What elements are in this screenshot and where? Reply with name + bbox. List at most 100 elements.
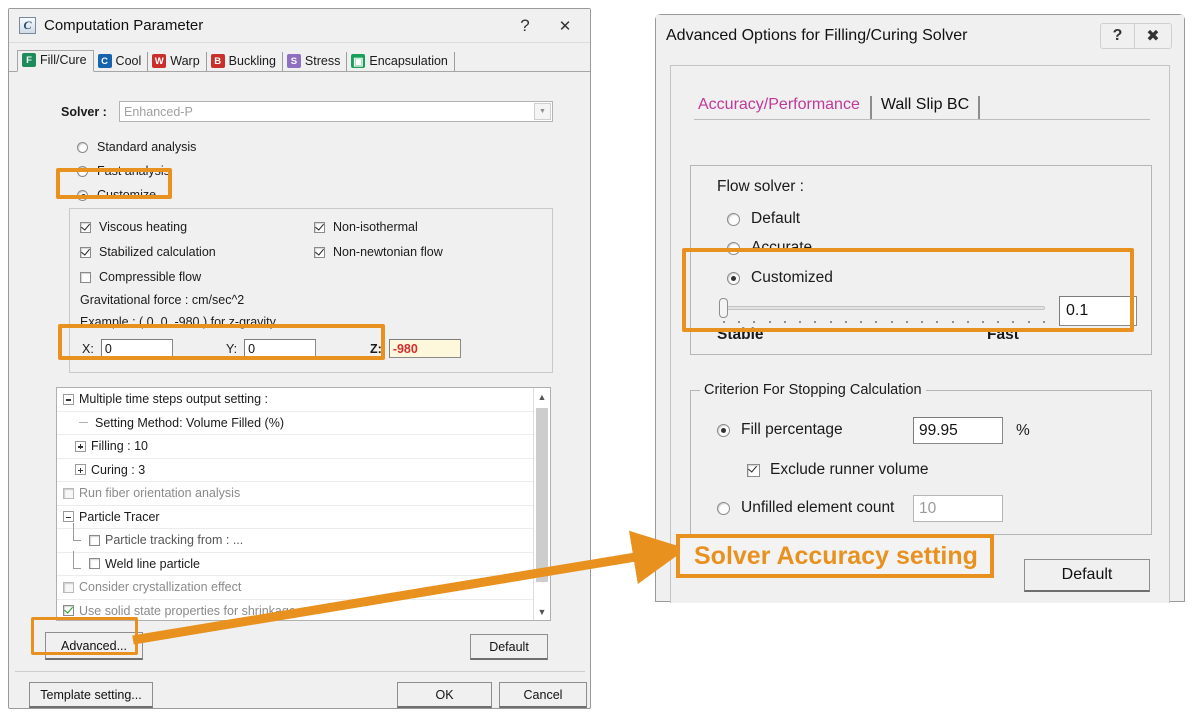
tree-row[interactable]: Curing : 3 xyxy=(57,459,550,482)
tab-warp[interactable]: W Warp xyxy=(148,52,207,71)
tree-row-label: Curing : 3 xyxy=(91,462,146,477)
tree-row-label: Filling : 10 xyxy=(91,439,148,454)
checkbox-indicator[interactable] xyxy=(63,581,74,593)
slider-track[interactable] xyxy=(723,306,1045,310)
tree-row[interactable]: Setting Method: Volume Filled (%) xyxy=(57,412,550,435)
left-dialog-tabstrip: F Fill/Cure C Cool W Warp B Buckling S S… xyxy=(9,43,590,72)
tab-label: Buckling xyxy=(228,54,276,68)
tree-row-label: Particle Tracer xyxy=(79,509,160,524)
default-button[interactable]: Default xyxy=(470,634,548,660)
tab-wall-slip-bc[interactable]: Wall Slip BC xyxy=(872,96,981,119)
expand-toggle-icon[interactable] xyxy=(75,464,86,476)
tree-row[interactable]: Particle tracking from : ... xyxy=(57,522,550,553)
tab-accuracy-performance[interactable]: Accuracy/Performance xyxy=(694,96,872,119)
accuracy-slider[interactable] xyxy=(717,296,1047,326)
tree-row[interactable]: Use solid state properties for shrinkage xyxy=(57,600,550,621)
close-icon[interactable]: ✖ xyxy=(1135,24,1171,48)
checkbox-label: Viscous heating xyxy=(99,220,188,234)
checkbox-label: Compressible flow xyxy=(99,270,202,284)
ok-button[interactable]: OK xyxy=(397,682,492,708)
radio-label: Fast analysis xyxy=(97,164,170,178)
close-icon[interactable]: ✕ xyxy=(552,14,578,38)
scroll-down-button[interactable]: ▼ xyxy=(534,603,550,620)
tab-encapsulation[interactable]: ▣ Encapsulation xyxy=(347,52,455,71)
checkbox-indicator[interactable] xyxy=(63,605,74,617)
radio-flow-accurate[interactable]: Accurate xyxy=(727,239,812,257)
page-title: Computation Parameter xyxy=(44,17,204,34)
fill-cure-icon: F xyxy=(22,53,36,67)
checkbox-indicator[interactable] xyxy=(89,558,100,570)
tab-label: Accuracy/Performance xyxy=(698,96,860,113)
tree-row[interactable]: Multiple time steps output setting : xyxy=(57,388,550,412)
tree-row-label: Use solid state properties for shrinkage xyxy=(79,603,296,618)
gravity-y-row: Y: 0 xyxy=(226,339,317,358)
gravity-y-input[interactable]: 0 xyxy=(244,339,317,358)
tree-row[interactable]: Filling : 10 xyxy=(57,435,550,459)
tree-row[interactable]: Weld line particle xyxy=(57,551,550,576)
tree-row-label: Run fiber orientation analysis xyxy=(79,486,241,501)
tree-row-label: Setting Method: Volume Filled (%) xyxy=(95,415,284,430)
gravity-x-input[interactable]: 0 xyxy=(100,339,173,358)
radio-fast-analysis[interactable]: Fast analysis xyxy=(77,164,170,178)
right-dialog-title: Advanced Options for Filling/Curing Solv… xyxy=(666,27,968,44)
checkbox-compressible-flow[interactable]: Compressible flow xyxy=(80,270,201,284)
expand-toggle-icon[interactable] xyxy=(75,440,86,452)
radio-customize[interactable]: Customize xyxy=(77,188,156,202)
percent-unit-label: % xyxy=(1016,422,1030,439)
checkbox-label: Non-newtonian flow xyxy=(333,245,443,259)
advanced-button[interactable]: Advanced... xyxy=(45,632,143,660)
checkbox-indicator[interactable] xyxy=(89,534,100,546)
radio-label: Accurate xyxy=(751,239,813,256)
checkbox-label: Exclude runner volume xyxy=(770,461,929,478)
checkbox-non-isothermal[interactable]: Non-isothermal xyxy=(314,220,418,234)
radio-unfilled-element-count[interactable]: Unfilled element count xyxy=(717,499,894,517)
tab-cool[interactable]: C Cool xyxy=(94,52,149,71)
tab-stress[interactable]: S Stress xyxy=(283,52,348,71)
output-settings-tree[interactable]: Multiple time steps output setting : Set… xyxy=(56,387,551,621)
accuracy-value-input[interactable]: 0.1 xyxy=(1059,296,1137,326)
help-button[interactable]: ? xyxy=(1101,24,1135,48)
checkbox-indicator xyxy=(80,271,91,283)
fill-percentage-input[interactable]: 99.95 xyxy=(913,417,1003,444)
radio-flow-default[interactable]: Default xyxy=(727,210,800,228)
solver-select[interactable]: Enhanced-P ▼ xyxy=(119,101,553,122)
solver-label: Solver : xyxy=(61,104,107,119)
checkbox-non-newtonian-flow[interactable]: Non-newtonian flow xyxy=(314,245,443,259)
slider-label-fast: Fast xyxy=(987,326,1019,343)
checkbox-indicator[interactable] xyxy=(63,487,74,499)
tab-buckling[interactable]: B Buckling xyxy=(207,52,283,71)
tree-row[interactable]: Consider crystallization effect xyxy=(57,576,550,600)
right-dialog-tabstrip: Accuracy/Performance Wall Slip BC xyxy=(694,90,1150,120)
scroll-up-button[interactable]: ▲ xyxy=(534,388,550,405)
customize-options-panel: Viscous heating Non-isothermal Stabilize… xyxy=(69,208,553,373)
scrollbar-thumb[interactable] xyxy=(536,408,548,582)
collapse-toggle-icon[interactable] xyxy=(63,393,74,405)
tree-row-label: Particle tracking from : ... xyxy=(105,533,244,548)
checkbox-stabilized-calculation[interactable]: Stabilized calculation xyxy=(80,245,216,259)
flow-solver-title: Flow solver : xyxy=(717,178,804,195)
radio-standard-analysis[interactable]: Standard analysis xyxy=(77,140,196,154)
collapse-toggle-icon[interactable] xyxy=(63,511,74,523)
tab-fill-cure[interactable]: F Fill/Cure xyxy=(17,50,94,72)
tree-branch-icon xyxy=(71,522,84,552)
gravity-y-label: Y: xyxy=(226,341,238,356)
tree-row[interactable]: Run fiber orientation analysis xyxy=(57,482,550,506)
slider-thumb[interactable] xyxy=(719,298,728,318)
tree-row[interactable]: Particle Tracer xyxy=(57,506,550,529)
chevron-down-icon[interactable]: ▼ xyxy=(534,103,551,120)
unfilled-count-input[interactable]: 10 xyxy=(913,495,1003,522)
right-default-button[interactable]: Default xyxy=(1024,559,1150,592)
template-setting-button[interactable]: Template setting... xyxy=(29,682,153,708)
gravity-example-label: Example : ( 0, 0, -980 ) for z-gravity xyxy=(80,315,276,329)
tree-scrollbar[interactable]: ▲ ▼ xyxy=(533,388,550,620)
cancel-button[interactable]: Cancel xyxy=(499,682,587,708)
right-dialog-titlebar: Advanced Options for Filling/Curing Solv… xyxy=(656,15,1184,57)
help-button[interactable]: ? xyxy=(512,14,538,38)
checkbox-viscous-heating[interactable]: Viscous heating xyxy=(80,220,187,234)
checkbox-indicator xyxy=(314,246,325,258)
radio-flow-customized[interactable]: Customized xyxy=(727,269,833,287)
radio-fill-percentage[interactable]: Fill percentage xyxy=(717,421,843,439)
checkbox-exclude-runner-volume[interactable]: Exclude runner volume xyxy=(747,461,929,479)
buckling-icon: B xyxy=(210,54,225,68)
gravity-z-input[interactable]: -980 xyxy=(388,339,461,358)
